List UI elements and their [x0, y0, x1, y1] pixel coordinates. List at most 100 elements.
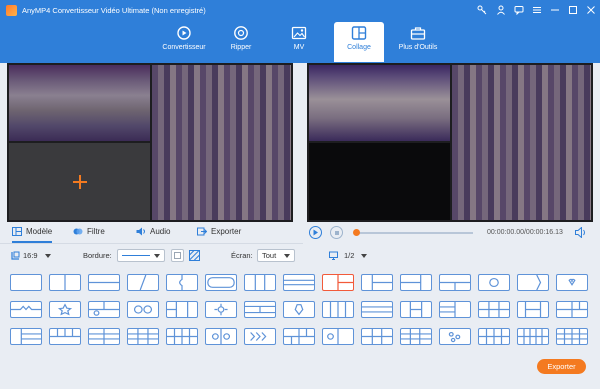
nav-plus-outils[interactable]: Plus d'Outils	[392, 22, 444, 62]
collage-preview	[307, 63, 593, 222]
aspect-ratio-select[interactable]: 16:9	[11, 251, 51, 260]
collage-cell-1[interactable]	[9, 65, 150, 141]
template-item[interactable]	[127, 328, 159, 345]
volume-icon[interactable]	[575, 227, 587, 238]
template-layout-icon	[89, 329, 119, 344]
tab-label: Exporter	[211, 227, 242, 236]
template-item[interactable]	[205, 301, 237, 318]
template-item[interactable]	[244, 328, 276, 345]
nav-ripper[interactable]: Ripper	[212, 22, 270, 62]
nav-label: Convertisseur	[162, 44, 206, 51]
template-item[interactable]	[556, 274, 588, 291]
template-item[interactable]	[322, 274, 354, 291]
export-button[interactable]: Exporter	[537, 359, 586, 374]
template-item[interactable]	[166, 328, 198, 345]
template-item[interactable]	[517, 274, 549, 291]
template-item[interactable]	[283, 274, 315, 291]
key-icon[interactable]	[475, 4, 488, 16]
template-layout-icon	[440, 302, 456, 317]
template-item[interactable]	[49, 301, 81, 318]
nav-collage[interactable]: Collage	[334, 22, 384, 62]
chevron-down-icon	[361, 253, 368, 258]
border-color-button[interactable]	[171, 249, 184, 262]
maximize-icon[interactable]	[566, 4, 579, 16]
template-item[interactable]	[400, 301, 432, 318]
nav-label: MV	[293, 44, 305, 51]
template-item[interactable]	[127, 301, 159, 318]
template-layout-icon	[167, 329, 197, 344]
template-item[interactable]	[439, 301, 471, 318]
template-item[interactable]	[478, 301, 510, 318]
template-layout-icon	[11, 305, 41, 311]
nav-convertisseur[interactable]: Convertisseur	[155, 22, 213, 62]
template-item[interactable]	[517, 328, 549, 345]
edit-tabs: Modèle Filtre Audio Exporter	[0, 222, 303, 244]
template-item[interactable]	[166, 301, 198, 318]
template-item[interactable]	[10, 274, 42, 291]
template-item[interactable]	[361, 301, 393, 318]
tab-modele[interactable]: Modèle	[12, 227, 53, 243]
menu-icon[interactable]	[530, 4, 543, 16]
template-item[interactable]	[88, 274, 120, 291]
minimize-icon[interactable]	[548, 4, 561, 16]
template-layout-icon	[401, 329, 431, 344]
template-layout-icon	[329, 302, 347, 317]
template-layout-icon	[207, 277, 235, 288]
chat-icon[interactable]	[512, 4, 525, 16]
template-item[interactable]	[244, 274, 276, 291]
template-layout-icon	[440, 281, 470, 290]
template-item[interactable]	[322, 328, 354, 345]
template-item[interactable]	[283, 328, 315, 345]
nav-mv[interactable]: MV	[270, 22, 328, 62]
template-item[interactable]	[400, 274, 432, 291]
template-item[interactable]	[127, 274, 159, 291]
template-item[interactable]	[439, 328, 471, 345]
template-item[interactable]	[322, 301, 354, 318]
export-icon	[197, 227, 207, 236]
template-item[interactable]	[361, 328, 393, 345]
template-item[interactable]	[556, 328, 588, 345]
template-layout-icon	[128, 329, 158, 344]
hatch-icon	[189, 250, 200, 261]
stop-button[interactable]	[330, 226, 343, 239]
template-item[interactable]	[517, 301, 549, 318]
template-item[interactable]	[88, 301, 120, 318]
template-item[interactable]	[478, 274, 510, 291]
template-item[interactable]	[244, 301, 276, 318]
app-logo-icon	[6, 5, 17, 16]
template-item[interactable]	[49, 274, 81, 291]
template-item[interactable]	[166, 274, 198, 291]
filter-icon	[73, 228, 83, 235]
template-item[interactable]	[400, 328, 432, 345]
screen-select[interactable]: Tout	[257, 249, 295, 262]
player-controls: 00:00:00.00/00:00:16.13	[303, 222, 600, 244]
border-pattern-button[interactable]	[189, 249, 202, 262]
collage-cell-3[interactable]	[9, 143, 150, 220]
template-item[interactable]	[10, 301, 42, 318]
add-media-icon[interactable]	[72, 174, 87, 189]
tab-exporter[interactable]: Exporter	[197, 227, 241, 236]
user-icon[interactable]	[494, 4, 507, 16]
close-icon[interactable]	[584, 4, 597, 16]
template-item[interactable]	[283, 301, 315, 318]
template-item[interactable]	[556, 301, 588, 318]
border-style-select[interactable]	[117, 249, 165, 262]
template-item[interactable]	[88, 328, 120, 345]
template-item[interactable]	[439, 274, 471, 291]
template-layout-icon	[284, 279, 314, 286]
collage-cell-2[interactable]	[152, 65, 291, 220]
template-item[interactable]	[49, 328, 81, 345]
progress-track[interactable]	[355, 232, 473, 234]
template-item[interactable]	[205, 328, 237, 345]
tab-audio[interactable]: Audio	[136, 227, 170, 236]
template-item[interactable]	[10, 328, 42, 345]
template-item[interactable]	[361, 274, 393, 291]
tab-filtre[interactable]: Filtre	[73, 227, 105, 236]
template-layout-icon	[557, 302, 587, 317]
page-select[interactable]: 1/2	[329, 251, 368, 260]
play-button[interactable]	[309, 226, 322, 239]
progress-handle[interactable]	[353, 229, 360, 236]
template-item[interactable]	[205, 274, 237, 291]
template-layout-icon	[362, 306, 392, 313]
template-item[interactable]	[478, 328, 510, 345]
